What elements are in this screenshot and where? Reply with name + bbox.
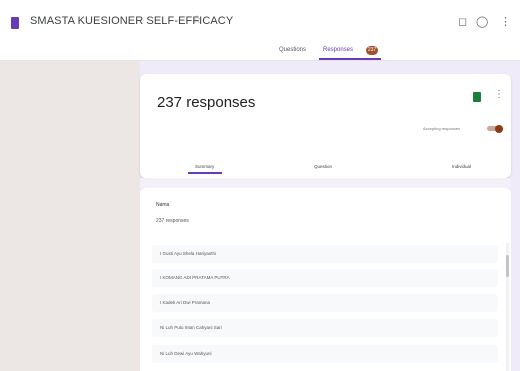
subtab-individual[interactable]: Individual: [452, 164, 471, 169]
answer-item: I Kadek Ari Dwi Pramana: [152, 294, 498, 312]
answer-text: I Gusti Ayu Shela Hariyanthi: [160, 251, 216, 256]
subtab-active-underline: [188, 172, 222, 174]
toggle-knob: [495, 125, 503, 133]
scrollbar-thumb[interactable]: [506, 255, 509, 277]
form-title[interactable]: SMASTA KUESIONER SELF-EFFICACY: [30, 15, 233, 27]
question-title: Nama: [156, 202, 170, 208]
subtab-question[interactable]: Question: [314, 164, 332, 169]
question-response-count: 237 responses: [156, 218, 189, 224]
responses-summary-card: 237 responses ⋮ Accepting responses Summ…: [140, 74, 511, 178]
answer-text: I KOMANG ADI PRATAMA PUTRA: [160, 275, 230, 280]
answer-item: Ni Luh Dewi Ayu Wahyuni: [152, 345, 498, 363]
section-divider: [140, 178, 511, 188]
answer-text: Ni Luh Dewi Ayu Wahyuni: [160, 351, 212, 356]
question-summary-card: Nama 237 responses I Gusti Ayu Shela Har…: [140, 188, 511, 371]
subtab-summary[interactable]: Summary: [195, 164, 214, 169]
more-icon[interactable]: ⋮: [500, 15, 511, 28]
answer-list: I Gusti Ayu Shela Hariyanthi I KOMANG AD…: [152, 239, 504, 371]
answer-item: I KOMANG ADI PRATAMA PUTRA: [152, 269, 498, 287]
star-icon[interactable]: ☆: [192, 13, 202, 26]
active-tab-underline: [319, 58, 381, 60]
accepting-responses-toggle[interactable]: [487, 125, 503, 133]
sheets-icon[interactable]: [473, 92, 481, 102]
tab-questions[interactable]: Questions: [279, 47, 306, 53]
answer-text: I Kadek Ari Dwi Pramana: [160, 300, 211, 305]
answer-item: Ni Luh Putu Intan Cahyani Sari: [152, 319, 498, 337]
responses-count-badge: 237: [366, 46, 378, 55]
answers-scrollbar[interactable]: [506, 243, 509, 371]
settings-icon[interactable]: ◯: [476, 15, 488, 28]
answer-text: Ni Luh Putu Intan Cahyani Sari: [160, 325, 222, 330]
tab-responses[interactable]: Responses: [323, 47, 353, 53]
palette-icon[interactable]: ◻: [458, 15, 467, 28]
left-gutter: [0, 61, 140, 371]
answer-item: I Gusti Ayu Shela Hariyanthi: [152, 245, 498, 263]
more-options-icon[interactable]: ⋮: [494, 89, 504, 100]
form-tabs: Questions Responses 237: [0, 46, 520, 60]
responses-title: 237 responses: [157, 94, 256, 111]
top-bar: SMASTA KUESIONER SELF-EFFICACY ☆ ◻ ◯ ⋮ Q…: [0, 0, 520, 61]
forms-doc-icon: [11, 17, 19, 29]
accepting-responses-label: Accepting responses: [423, 126, 461, 131]
